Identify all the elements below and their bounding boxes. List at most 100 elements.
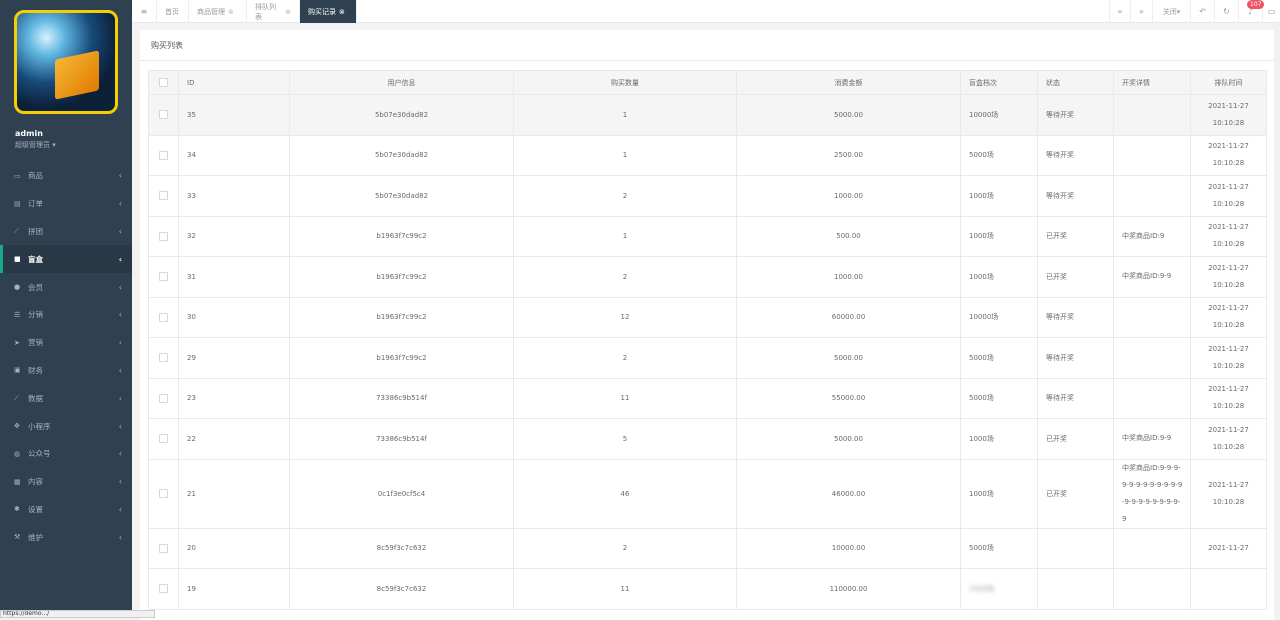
table-row[interactable]: 19 8c59f3c7c632 11 110000.00 1000场 [148,568,1267,610]
tabs-scroll-left-button[interactable]: « [1109,0,1131,23]
cell-amount: 5000.00 [736,94,961,136]
queue-date: 2021-11-27 [1208,223,1249,232]
table-row[interactable]: 35 5b07e30dad82 1 5000.00 10000场 等待开奖 2021-11-… [148,94,1267,136]
cell-status: 等待开奖 [1037,337,1114,379]
sidebar-item[interactable]: ▤ 订单 ‹ [0,190,132,218]
cell-user: 5b07e30dad82 [289,134,514,176]
column-header-amount[interactable]: 消费金额 [736,70,961,95]
sidebar-item[interactable]: ✱ 设置 ‹ [0,496,132,524]
row-checkbox[interactable] [159,353,168,363]
table-row[interactable]: 20 8c59f3c7c632 2 10000.00 5000场 2021-11-27 [148,527,1267,569]
cell-detail [1113,337,1191,379]
sidebar-item[interactable]: ▭ 商品 ‹ [0,162,132,190]
table-row[interactable]: 29 b1963f7c99c2 2 5000.00 5000场 等待开奖 2021-11-2… [148,337,1267,379]
table-row[interactable]: 23 73386c9b514f 11 55000.00 5000场 等待开奖 2021-11… [148,377,1267,419]
cell-amount: 60000.00 [736,296,961,338]
column-header-id[interactable]: ID [178,70,290,95]
row-checkbox[interactable] [159,543,168,553]
column-header-tier[interactable]: 盲盒档次 [960,70,1038,95]
sidebar-item[interactable]: ▦ 内容 ‹ [0,468,132,496]
sidebar-item[interactable]: ● 会员 ‹ [0,273,132,301]
topbar: ≡ 首页 商品管理 ⊗ 排队列表 ⊗ 购买记录 ⊗ « » 关闭 ▾ ↶ ↻ ♪ ▭ [132,0,1280,23]
row-checkbox[interactable] [159,191,168,201]
sidebar-item[interactable]: ■ 盲盒 ‹ [0,245,132,274]
tabs-scroll-right-button[interactable]: » [1131,0,1153,23]
sidebar-item[interactable]: ✥ 小程序 ‹ [0,412,132,440]
fullscreen-button[interactable]: ▭ [1263,0,1280,23]
close-icon[interactable]: ⊗ [285,8,291,16]
tab[interactable]: 首页 [157,0,189,23]
table-row[interactable]: 34 5b07e30dad82 1 2500.00 5000场 等待开奖 2021-11-2… [148,134,1267,176]
row-checkbox[interactable] [159,272,168,282]
column-header-status[interactable]: 状态 [1037,70,1114,95]
back-button[interactable]: ↶ [1191,0,1215,23]
row-checkbox[interactable] [159,434,168,444]
sidebar-item[interactable]: ▣ 财务 ‹ [0,357,132,385]
sidebar-item[interactable]: ⚒ 维护 ‹ [0,523,132,551]
close-icon[interactable]: ⊗ [228,8,234,16]
sidebar-item[interactable]: ➤ 营销 ‹ [0,329,132,357]
row-checkbox[interactable] [159,393,168,403]
table-row[interactable]: 33 5b07e30dad82 2 1000.00 1000场 等待开奖 2021-11-2… [148,175,1267,217]
cell-time: 2021-11-27 10:10:28 [1190,377,1267,419]
cell-amount: 110000.00 [736,568,961,610]
cell-qty: 1 [513,215,737,257]
row-checkbox[interactable] [159,110,168,120]
row-checkbox[interactable] [159,231,168,241]
queue-time: 10:10:28 [1212,402,1245,411]
tab[interactable]: 购买记录 ⊗ [300,0,357,23]
row-checkbox[interactable] [159,489,168,498]
sidebar-item[interactable]: ◍ 公众号 ‹ [0,440,132,468]
select-all-checkbox[interactable] [159,78,168,87]
cell-qty: 2 [513,527,737,569]
table-row[interactable]: 32 b1963f7c99c2 1 500.00 1000场 已开奖 中奖商品ID:9 202… [148,215,1267,257]
cell-tier: 1000场 [960,256,1038,298]
row-checkbox[interactable] [159,150,168,160]
cell-id: 31 [178,256,290,298]
cell-user: 73386c9b514f [289,377,514,419]
table-row[interactable]: 21 0c1f3e0cf5c4 46 46000.00 1000场 已开奖 中奖商品ID:9… [148,458,1267,529]
sidebar-item[interactable]: ⟋ 数据 ‹ [0,384,132,412]
sidebar-item[interactable]: ⟋ 拼团 ‹ [0,218,132,246]
close-icon[interactable]: ⊗ [339,8,345,16]
sidebar-item[interactable]: ☰ 分销 ‹ [0,301,132,329]
column-header-user[interactable]: 用户信息 [289,70,514,95]
profile-name[interactable]: admin [15,129,43,138]
double-right-icon: » [1139,7,1144,16]
tab[interactable]: 商品管理 ⊗ [189,0,247,23]
sidebar-item-label: 会员 [28,282,43,292]
chevron-left-icon: ‹ [118,171,122,181]
queue-time: 10:10:28 [1212,159,1245,168]
refresh-button[interactable]: ↻ [1215,0,1239,23]
cell-time: 2021-11-27 10:10:28 [1190,215,1267,257]
chart-line-icon: ⟋ [14,226,19,235]
table-row[interactable]: 30 b1963f7c99c2 12 60000.00 10000场 等待开奖 2021-1… [148,296,1267,338]
cell-detail [1113,296,1191,338]
avatar[interactable] [14,10,118,114]
profile-role-dropdown[interactable]: 超级管理员 ▾ [15,140,56,150]
tab[interactable]: 排队列表 ⊗ [247,0,300,23]
cell-user: b1963f7c99c2 [289,296,514,338]
panel-title: 购买列表 [151,41,183,50]
cell-id: 21 [178,458,290,529]
cell-qty: 12 [513,296,737,338]
row-checkbox[interactable] [159,312,168,322]
cell-tier: 5000场 [960,527,1038,569]
column-header-time[interactable]: 排队时间 [1190,70,1267,95]
row-select-cell [148,215,179,257]
page-scrollbar[interactable] [1274,23,1280,618]
sidebar-item-label: 营销 [28,338,43,348]
menu-toggle-button[interactable]: ≡ [132,0,157,23]
cell-time: 2021-11-27 10:10:28 [1190,256,1267,298]
user-icon: ● [14,283,21,292]
sidebar: admin 超级管理员 ▾ ▭ 商品 ‹ ▤ 订单 ‹ ⟋ 拼团 ‹ ■ 盲盒 ‹ ● 会员 ‹ ☰ 分销 ‹ ➤ 营… [0,0,132,618]
table-row[interactable]: 22 73386c9b514f 5 5000.00 1000场 已开奖 中奖商品ID:9-9… [148,418,1267,460]
column-header-qty[interactable]: 购买数量 [513,70,737,95]
cell-user: 5b07e30dad82 [289,94,514,136]
column-header-detail[interactable]: 开奖详情 [1113,70,1191,95]
table-row[interactable]: 31 b1963f7c99c2 2 1000.00 1000场 已开奖 中奖商品ID:9-9… [148,256,1267,298]
cell-qty: 11 [513,377,737,419]
row-checkbox[interactable] [159,584,168,594]
close-tabs-dropdown[interactable]: 关闭 ▾ [1153,0,1191,23]
purchase-table: ID 用户信息 购买数量 消费金额 盲盒档次 状态 开奖详情 排队时间 35 5b… [148,70,1267,610]
